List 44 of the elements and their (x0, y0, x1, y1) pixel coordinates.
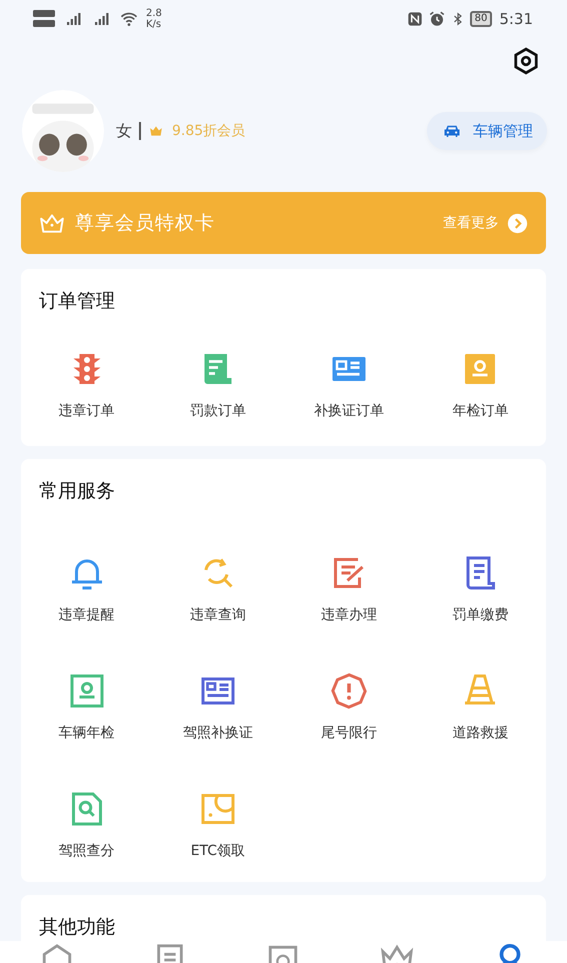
vehicle-management-button[interactable]: 车辆管理 (427, 112, 547, 150)
wifi-icon (118, 10, 140, 28)
gender-label: 女 (116, 120, 132, 142)
chevron-right-icon (507, 212, 528, 234)
service-label: 违章查询 (190, 606, 246, 625)
service-item[interactable]: ETC领取 (152, 791, 284, 862)
service-label: 驾照补换证 (182, 724, 253, 743)
service-item[interactable]: 年检订单 (414, 351, 546, 422)
service-item[interactable]: 尾号限行 (284, 673, 415, 744)
service-item[interactable]: 罚单缴费 (414, 555, 546, 626)
service-item[interactable]: 违章提醒 (21, 555, 152, 626)
service-label: 违章提醒 (58, 606, 115, 625)
service-label: 违章办理 (321, 606, 378, 625)
service-label: ETC领取 (190, 842, 246, 861)
service-label: 罚单缴费 (452, 606, 508, 625)
service-item[interactable]: 补换证订单 (284, 351, 415, 422)
service-label: 车辆年检 (58, 724, 115, 743)
membership-label: 9.85折会员 (172, 122, 246, 140)
crown-icon (148, 124, 164, 138)
service-label: 驾照查分 (58, 842, 115, 861)
service-item[interactable]: 驾照补换证 (152, 673, 284, 744)
section-title: 其他功能 (38, 915, 116, 940)
service-item[interactable]: 驾照查分 (21, 791, 152, 862)
clock-time: 5:31 (499, 8, 533, 30)
banner-title: 尊享会员特权卡 (75, 210, 215, 236)
service-label: 尾号限行 (321, 724, 378, 743)
service-item[interactable]: 罚款订单 (152, 351, 284, 422)
service-item[interactable]: 违章查询 (152, 555, 284, 626)
service-label: 违章订单 (58, 402, 115, 421)
service-label: 补换证订单 (314, 402, 384, 421)
service-item[interactable]: 违章办理 (284, 555, 415, 626)
service-label: 年检订单 (452, 402, 508, 421)
service-item[interactable]: 违章订单 (21, 351, 152, 422)
section-title: 常用服务 (38, 479, 116, 504)
service-item[interactable]: 道路救援 (414, 673, 546, 744)
speed-unit: K/s (146, 19, 162, 30)
alarm-icon (428, 10, 446, 28)
service-item[interactable]: 车辆年检 (21, 673, 152, 744)
service-label: 罚款订单 (190, 402, 246, 421)
battery-level: 80 (470, 11, 492, 27)
section-title: 订单管理 (38, 289, 116, 314)
nfc-icon (406, 11, 423, 27)
network-speed: 2.8 (146, 8, 162, 19)
service-label: 道路救援 (452, 724, 508, 743)
